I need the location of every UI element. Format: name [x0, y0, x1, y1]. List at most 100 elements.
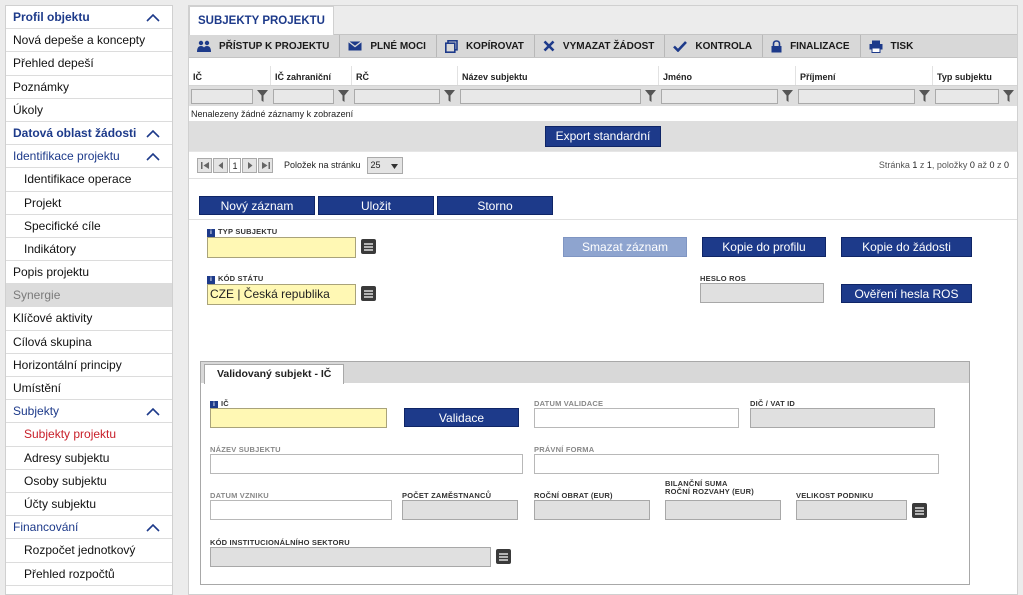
toolbar: PŘÍSTUP K PROJEKTU PLNÉ MOCI KOPÍROVAT V… [189, 34, 1017, 58]
sidebar-item-ucty-subjektu[interactable]: Účty subjektu [6, 493, 172, 517]
sidebar-item-datova-oblast-zadosti[interactable]: Datová oblast žádosti [6, 122, 172, 146]
first-page-button[interactable] [197, 157, 212, 173]
country-code-list-button[interactable] [361, 286, 376, 301]
validation-date-input[interactable] [534, 408, 739, 428]
sidebar-item-rozpocet-jednotkovy[interactable]: Rozpočet jednotkový [6, 539, 172, 563]
sidebar-item-profil-objektu[interactable]: Profil objektu [6, 6, 172, 30]
sidebar-item-projekt[interactable]: Projekt [6, 192, 172, 215]
validate-button[interactable]: Validace [404, 408, 519, 427]
sidebar-item-osoby-subjektu[interactable]: Osoby subjektu [6, 470, 172, 493]
verify-ros-button[interactable]: Ověření hesla ROS [841, 284, 972, 303]
legal-form-input[interactable] [534, 454, 939, 474]
col-header-ic[interactable]: IČ [189, 66, 271, 85]
ros-password-input[interactable] [700, 283, 824, 303]
sidebar-item-indikatory[interactable]: Indikátory [6, 238, 172, 262]
founding-date-input[interactable] [210, 500, 392, 520]
company-size-input[interactable] [796, 500, 907, 520]
filter-input-subject-type[interactable] [935, 88, 999, 104]
annual-turnover-input[interactable] [534, 500, 650, 520]
sidebar-item-klicove-aktivity[interactable]: Klíčové aktivity [6, 307, 172, 331]
sidebar-item-ukoly[interactable]: Úkoly [6, 99, 172, 122]
new-record-button[interactable]: Nový záznam [199, 196, 315, 215]
sidebar-item-adresy-subjektu[interactable]: Adresy subjektu [6, 447, 172, 470]
filter-icon[interactable] [444, 90, 455, 102]
col-header-last-name[interactable]: Příjmení [796, 66, 933, 85]
sidebar-item-identifikace-operace[interactable]: Identifikace operace [6, 168, 172, 192]
employees-label: POČET ZAMĚSTNANCŮ [402, 491, 492, 500]
dic-vat-input[interactable] [750, 408, 935, 428]
subject-type-input[interactable] [207, 237, 356, 258]
subject-name-input[interactable] [210, 454, 523, 474]
filter-icon[interactable] [645, 90, 656, 102]
filter-input-ic[interactable] [191, 88, 253, 104]
finalize-button[interactable]: FINALIZACE [763, 35, 861, 57]
copy-label: KOPÍROVAT [465, 40, 524, 52]
next-page-button[interactable] [242, 157, 257, 173]
per-page-select[interactable]: 25 [366, 156, 403, 174]
grid-header: IČ IČ zahraniční RČ Název subjektu Jméno… [189, 66, 1017, 86]
chevron-up-icon[interactable] [146, 129, 160, 138]
filter-input-first-name[interactable] [661, 88, 778, 104]
filter-icon[interactable] [257, 90, 268, 102]
current-page-number[interactable]: 1 [229, 157, 241, 173]
balance-sum-input[interactable] [665, 500, 781, 520]
filter-icon[interactable] [919, 90, 930, 102]
delete-record-button[interactable]: Smazat záznam [563, 237, 687, 257]
sidebar-item-specificke-cile[interactable]: Specifické cíle [6, 215, 172, 238]
sidebar-item-subjekty[interactable]: Subjekty [6, 400, 172, 424]
tab-subjekty-projektu[interactable]: SUBJEKTY PROJEKTU [189, 6, 334, 35]
col-header-subject-type[interactable]: Typ subjektu [933, 66, 1017, 85]
sidebar-item-poznamky[interactable]: Poznámky [6, 76, 172, 99]
chevron-up-icon[interactable] [146, 523, 160, 532]
sidebar-item-umisteni[interactable]: Umístění [6, 377, 172, 401]
sidebar-item-cilova-skupina[interactable]: Cílová skupina [6, 331, 172, 354]
filter-input-ic-foreign[interactable] [273, 88, 334, 104]
sidebar-item-synergie[interactable]: Synergie [6, 284, 172, 308]
col-header-name[interactable]: Název subjektu [458, 66, 659, 85]
sidebar-item-subjekty-projektu[interactable]: Subjekty projektu [6, 423, 172, 447]
filter-input-last-name[interactable] [798, 88, 915, 104]
employees-input[interactable] [402, 500, 518, 520]
sidebar-item-identifikace-projektu[interactable]: Identifikace projektu [6, 145, 172, 169]
prev-page-button[interactable] [213, 157, 228, 173]
country-code-input[interactable]: CZE | Česká republika [207, 284, 356, 305]
clear-request-button[interactable]: VYMAZAT ŽÁDOST [535, 35, 666, 57]
export-standard-button[interactable]: Export standardní [545, 125, 661, 147]
sidebar-item-nova-depese-a-koncepty[interactable]: Nová depeše a koncepty [6, 29, 172, 53]
ic-input[interactable] [210, 408, 387, 428]
filter-icon[interactable] [782, 90, 793, 102]
chevron-up-icon[interactable] [146, 407, 160, 416]
last-page-button[interactable] [258, 157, 273, 173]
sector-code-input[interactable] [210, 547, 491, 567]
sidebar-item-financovani[interactable]: Financování [6, 516, 172, 540]
save-button[interactable]: Uložit [318, 196, 434, 215]
sidebar-item-popis-projektu[interactable]: Popis projektu [6, 261, 172, 285]
cancel-button[interactable]: Storno [437, 196, 553, 215]
filter-input-rc[interactable] [354, 88, 440, 104]
power-of-attorney-button[interactable]: PLNÉ MOCI [340, 35, 437, 57]
company-size-list-button[interactable] [912, 503, 927, 518]
col-header-ic-foreign[interactable]: IČ zahraniční [271, 66, 352, 85]
access-project-button[interactable]: PŘÍSTUP K PROJEKTU [189, 35, 341, 57]
list-icon [915, 506, 924, 515]
col-header-first-name[interactable]: Jméno [659, 66, 796, 85]
subject-type-list-button[interactable] [361, 239, 376, 254]
print-button[interactable]: TISK [861, 35, 924, 57]
chevron-up-icon[interactable] [146, 13, 160, 22]
filter-icon[interactable] [1003, 90, 1014, 102]
sidebar-item-label: Poznámky [13, 79, 70, 94]
copy-to-profile-button[interactable]: Kopie do profilu [702, 237, 826, 257]
founding-date-label: DATUM VZNIKU [210, 491, 269, 500]
copy-to-request-button[interactable]: Kopie do žádosti [841, 237, 972, 257]
filter-icon[interactable] [338, 90, 349, 102]
tab-validated-subject[interactable]: Validovaný subjekt - IČ [204, 364, 345, 384]
filter-input-name[interactable] [460, 88, 641, 104]
sidebar-item-prehled-depesi[interactable]: Přehled depeší [6, 52, 172, 76]
col-header-rc[interactable]: RČ [352, 66, 458, 85]
sector-code-list-button[interactable] [496, 549, 511, 564]
check-button[interactable]: KONTROLA [665, 35, 764, 57]
copy-button[interactable]: KOPÍROVAT [437, 35, 535, 57]
sidebar-item-horizontalni-principy[interactable]: Horizontální principy [6, 354, 172, 377]
chevron-up-icon[interactable] [146, 152, 160, 161]
sidebar-item-prehled-rozpoctu[interactable]: Přehled rozpočtů [6, 563, 172, 586]
